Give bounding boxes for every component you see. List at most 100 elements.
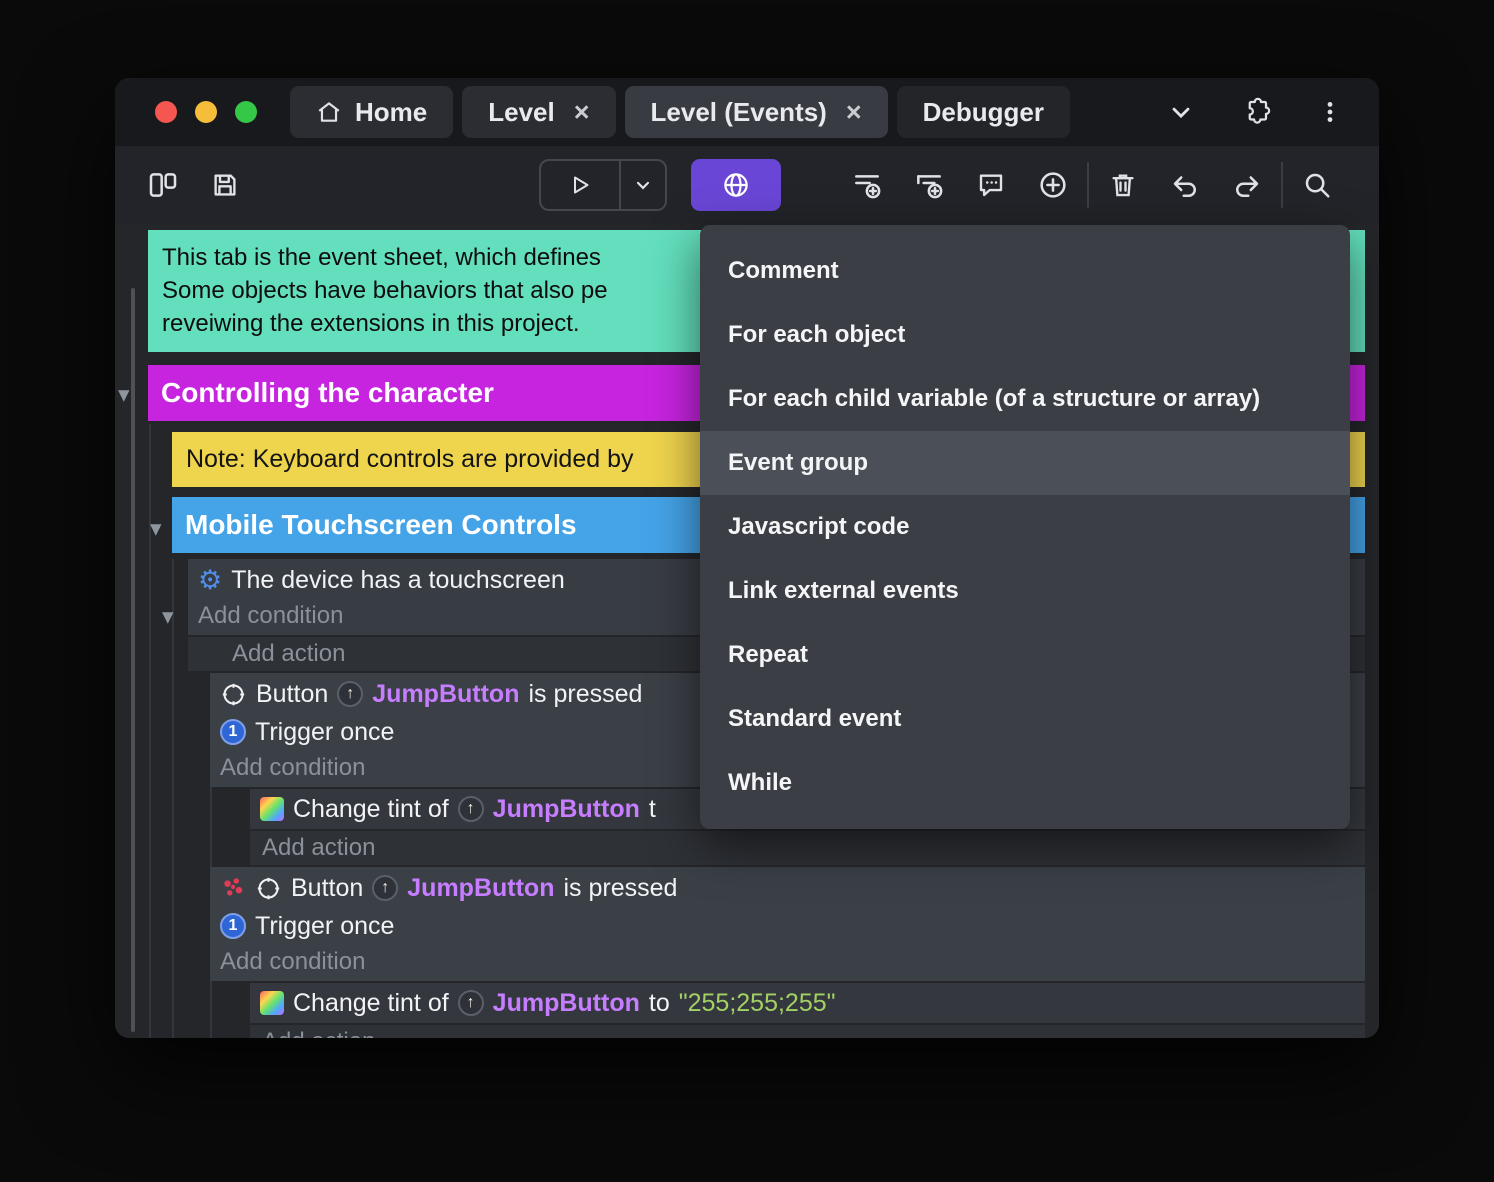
condition-word: Button bbox=[291, 873, 364, 902]
object-name: JumpButton bbox=[407, 873, 555, 902]
add-subevent-icon[interactable] bbox=[907, 163, 951, 207]
group-title: Controlling the character bbox=[161, 377, 494, 408]
menu-item-label: Javascript code bbox=[728, 513, 910, 540]
action-change-tint-2[interactable]: Change tint of ↑ JumpButton to "255;255;… bbox=[250, 983, 1365, 1023]
menu-item-repeat[interactable]: Repeat bbox=[700, 623, 1350, 687]
menu-item-label: For each object bbox=[728, 321, 906, 348]
jumpbutton-object-icon: ↑ bbox=[337, 681, 364, 707]
jumpbutton-object-icon: ↑ bbox=[457, 796, 484, 822]
search-icon[interactable] bbox=[1295, 163, 1339, 207]
button-crosshair-icon bbox=[220, 681, 247, 708]
minimize-window-button[interactable] bbox=[195, 101, 217, 123]
menu-item-while[interactable]: While bbox=[700, 751, 1350, 815]
circle-plus-icon[interactable] bbox=[1031, 163, 1075, 207]
condition-text: Trigger once bbox=[255, 717, 395, 746]
condition-text: The device has a touchscreen bbox=[231, 565, 565, 594]
condition-suffix: is pressed bbox=[528, 679, 643, 708]
object-name: JumpButton bbox=[492, 794, 640, 823]
menu-item-comment[interactable]: Comment bbox=[700, 239, 1350, 303]
action-tail: t bbox=[648, 794, 656, 823]
condition-suffix: is pressed bbox=[563, 873, 678, 902]
menu-item-label: Event group bbox=[728, 449, 869, 476]
menu-item-label: Comment bbox=[728, 257, 839, 284]
toolbar bbox=[115, 146, 1379, 224]
titlebar: Home Level × Level (Events) × Debugger bbox=[115, 78, 1379, 146]
traffic-lights bbox=[155, 101, 257, 123]
tab-debugger[interactable]: Debugger bbox=[896, 86, 1070, 138]
action-text: to bbox=[648, 988, 670, 1017]
menu-item-label: Repeat bbox=[728, 641, 809, 668]
kebab-menu-icon[interactable] bbox=[1317, 99, 1343, 125]
tab-label: Home bbox=[355, 96, 428, 127]
extensions-puzzle-icon[interactable] bbox=[1241, 97, 1271, 127]
tab-level[interactable]: Level × bbox=[462, 86, 616, 138]
menu-item-label: For each child variable (of a structure … bbox=[728, 385, 1261, 412]
menu-item-label: While bbox=[728, 769, 792, 796]
object-name: JumpButton bbox=[492, 988, 640, 1017]
undo-icon[interactable] bbox=[1163, 163, 1207, 207]
add-action-link[interactable]: Add action bbox=[232, 640, 345, 668]
menu-item-event-group[interactable]: Event group bbox=[700, 431, 1350, 495]
delete-trash-icon[interactable] bbox=[1101, 163, 1145, 207]
button-crosshair-icon bbox=[255, 875, 282, 902]
tint-gradient-icon bbox=[260, 991, 284, 1015]
add-condition-link[interactable]: Add condition bbox=[198, 602, 343, 630]
action-text: Change tint of bbox=[293, 988, 449, 1017]
menu-item-link-external-events[interactable]: Link external events bbox=[700, 559, 1350, 623]
group-title: Mobile Touchscreen Controls bbox=[185, 509, 577, 540]
object-name: JumpButton bbox=[372, 679, 520, 708]
condition-row[interactable]: 1 Trigger once bbox=[220, 907, 1355, 945]
close-window-button[interactable] bbox=[155, 101, 177, 123]
panels-layout-icon[interactable] bbox=[141, 163, 185, 207]
action-value: "255;255;255" bbox=[678, 988, 836, 1017]
action-text: Change tint of bbox=[293, 794, 449, 823]
trigger-once-icon: 1 bbox=[220, 913, 246, 939]
add-event-icon[interactable] bbox=[845, 163, 889, 207]
note-text: Note: Keyboard controls are provided by bbox=[186, 445, 634, 473]
close-tab-icon[interactable]: × bbox=[574, 98, 590, 126]
condition-row[interactable]: Button ↑ JumpButton is pressed bbox=[220, 869, 1355, 907]
tab-label: Level bbox=[488, 96, 555, 127]
gear-icon: ⚙ bbox=[198, 564, 223, 596]
add-condition-link[interactable]: Add condition bbox=[220, 754, 365, 782]
network-preview-button[interactable] bbox=[691, 159, 781, 211]
event-jumpbutton-pressed-2[interactable]: Button ↑ JumpButton is pressed 1 Trigger… bbox=[210, 867, 1365, 981]
tab-label: Level (Events) bbox=[650, 96, 827, 127]
redo-icon[interactable] bbox=[1225, 163, 1269, 207]
menu-item-label: Link external events bbox=[728, 577, 959, 604]
jumpbutton-object-icon: ↑ bbox=[457, 990, 484, 1016]
jumpbutton-object-icon: ↑ bbox=[372, 875, 399, 901]
event-tools bbox=[845, 163, 1075, 207]
condition-word: Button bbox=[256, 679, 329, 708]
chevron-down-icon[interactable] bbox=[1167, 98, 1195, 126]
menu-item-javascript-code[interactable]: Javascript code bbox=[700, 495, 1350, 559]
add-event-context-menu: Comment For each object For each child v… bbox=[700, 225, 1350, 829]
app-window: Home Level × Level (Events) × Debugger ▾… bbox=[115, 78, 1379, 1038]
save-icon[interactable] bbox=[203, 163, 247, 207]
home-icon bbox=[316, 99, 342, 125]
menu-item-for-each-object[interactable]: For each object bbox=[700, 303, 1350, 367]
tab-level-events[interactable]: Level (Events) × bbox=[624, 86, 888, 138]
condition-text: Trigger once bbox=[255, 911, 395, 940]
menu-item-label: Standard event bbox=[728, 705, 902, 732]
close-tab-icon[interactable]: × bbox=[846, 98, 862, 126]
titlebar-actions bbox=[1167, 97, 1379, 127]
add-condition-link[interactable]: Add condition bbox=[220, 948, 365, 976]
vertical-scrollbar[interactable] bbox=[131, 288, 135, 1032]
red-splat-icon bbox=[220, 875, 246, 901]
tab-bar: Home Level × Level (Events) × Debugger bbox=[290, 86, 1070, 138]
add-action-link[interactable]: Add action bbox=[262, 834, 375, 862]
zoom-window-button[interactable] bbox=[235, 101, 257, 123]
tab-label: Debugger bbox=[922, 96, 1044, 127]
play-preview-button[interactable] bbox=[541, 161, 619, 209]
menu-item-for-each-child-variable[interactable]: For each child variable (of a structure … bbox=[700, 367, 1350, 431]
menu-item-standard-event[interactable]: Standard event bbox=[700, 687, 1350, 751]
add-action-link[interactable]: Add action bbox=[262, 1028, 375, 1038]
preview-options-chevron-icon[interactable] bbox=[621, 161, 665, 209]
collapse-group-icon[interactable]: ▾ bbox=[118, 384, 130, 407]
tab-home[interactable]: Home bbox=[290, 86, 454, 138]
add-comment-icon[interactable] bbox=[969, 163, 1013, 207]
trigger-once-icon: 1 bbox=[220, 719, 246, 745]
tint-gradient-icon bbox=[260, 797, 284, 821]
preview-button-group bbox=[539, 159, 667, 211]
